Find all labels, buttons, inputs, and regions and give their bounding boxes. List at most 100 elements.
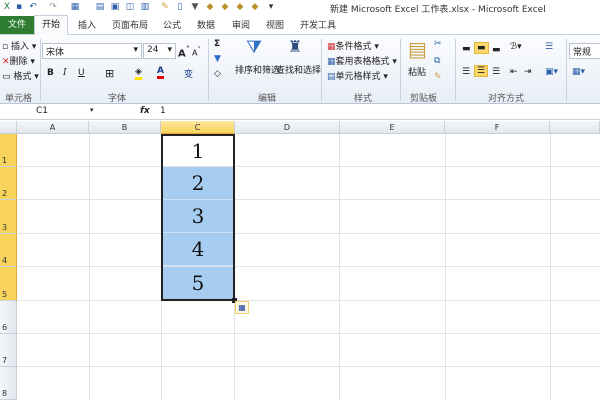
phonetic-icon[interactable]: 变 <box>184 67 193 80</box>
sort-filter-button[interactable]: 排序和筛选 <box>235 63 280 76</box>
shrink-font-icon[interactable]: A˅ <box>192 46 201 58</box>
filter-icon[interactable]: ▼ <box>190 2 200 12</box>
tab-insert[interactable]: 插入 <box>78 18 96 31</box>
column-header-e[interactable]: E <box>340 121 445 134</box>
row-header-8[interactable]: 8 <box>0 367 17 400</box>
gridline <box>17 199 600 200</box>
gridline <box>339 134 340 400</box>
macro2-icon[interactable]: ◆ <box>220 2 230 12</box>
align-top-icon[interactable]: ▬ <box>462 44 471 54</box>
font-color-icon[interactable]: A <box>157 66 164 79</box>
row-header-2[interactable]: 2 <box>0 167 17 200</box>
macro3-icon[interactable]: ◆ <box>235 2 245 12</box>
format-painter-icon[interactable]: ✎ <box>160 2 170 12</box>
alignment-group-label: 对齐方式 <box>488 94 525 104</box>
format-painter-icon[interactable]: ✎ <box>434 72 442 82</box>
font-name-select[interactable]: 宋体 ▾ <box>42 43 142 59</box>
name-box[interactable]: C1 ▾ <box>0 106 100 119</box>
font-name-value: 宋体 <box>46 48 65 58</box>
redo-icon[interactable]: ↷ <box>48 2 58 12</box>
divider <box>455 39 456 101</box>
insert-function-button[interactable]: fx <box>140 106 150 116</box>
print-preview-icon[interactable]: ◫ <box>125 2 135 12</box>
document-icon[interactable]: ▯ <box>175 2 185 12</box>
merge-center-icon[interactable]: ▣▾ <box>545 67 558 77</box>
column-header-b[interactable]: B <box>89 121 161 134</box>
tab-developer[interactable]: 开发工具 <box>300 18 336 31</box>
copy-icon[interactable]: ⧉ <box>434 56 440 66</box>
tab-file[interactable]: 文件 <box>0 16 34 34</box>
align-left-icon[interactable]: ☰ <box>462 67 470 77</box>
paste-button[interactable]: 粘贴 <box>408 65 426 78</box>
align-bottom-icon[interactable]: ▬ <box>492 45 501 55</box>
save-icon[interactable]: ▪ <box>14 2 24 12</box>
fill-color-icon[interactable]: ◈ <box>135 67 142 80</box>
decrease-indent-icon[interactable]: ⇤ <box>510 67 518 77</box>
font-size-select[interactable]: 24 ▾ <box>143 43 176 59</box>
row-header-6[interactable]: 6 <box>0 301 17 334</box>
window-title: 新建 Microsoft Excel 工作表.xlsx - Microsoft … <box>330 5 546 15</box>
row-header-4[interactable]: 4 <box>0 234 17 267</box>
divider <box>400 39 401 101</box>
clear-icon[interactable]: ◇ <box>214 69 221 79</box>
format-as-table-button[interactable]: ▦套用表格格式 ▾ <box>327 54 397 67</box>
underline-button[interactable]: U <box>78 68 85 78</box>
insert-cells-button[interactable]: ▫ 插入 ▾ <box>2 39 36 52</box>
column-header-g[interactable] <box>550 121 600 134</box>
column-header-d[interactable]: D <box>235 121 340 134</box>
row-header-3[interactable]: 3 <box>0 200 17 234</box>
column-header-f[interactable]: F <box>445 121 550 134</box>
increase-indent-icon[interactable]: ⇥ <box>524 67 532 77</box>
tab-home[interactable]: 开始 <box>34 15 68 36</box>
formula-input[interactable]: 1 <box>160 106 166 116</box>
cut-icon[interactable]: ✂ <box>434 39 442 49</box>
fill-icon[interactable]: ▼ <box>214 54 221 64</box>
align-right-icon[interactable]: ☰ <box>492 67 500 77</box>
find-select-button[interactable]: 查找和选择 <box>276 63 321 76</box>
orientation-icon[interactable]: ℬ▾ <box>510 42 522 52</box>
autosum-button[interactable]: Σ <box>214 39 220 49</box>
gridline <box>17 300 600 301</box>
customize-toolbar-icon[interactable]: ▾ <box>266 2 276 12</box>
gridline <box>17 166 600 167</box>
number-format-select[interactable]: 常规 <box>569 43 600 59</box>
gridline <box>89 134 90 400</box>
borders-icon[interactable]: ⊞ <box>105 67 114 80</box>
italic-button[interactable]: I <box>63 68 67 78</box>
cell-styles-button[interactable]: ▤单元格样式 ▾ <box>327 69 388 82</box>
find-select-icon: ♜ <box>288 37 303 56</box>
format-cells-button[interactable]: ▭ 格式 ▾ <box>2 69 39 82</box>
format-label: 格式 <box>13 72 32 82</box>
ribbon-tabs: 插入 页面布局 公式 数据 审阅 视图 开发工具 <box>0 15 600 35</box>
align-middle-icon[interactable]: ▬ <box>474 42 489 54</box>
conditional-format-button[interactable]: ▦条件格式 ▾ <box>327 39 379 52</box>
tab-formulas[interactable]: 公式 <box>163 18 181 31</box>
column-header-a[interactable]: A <box>17 121 89 134</box>
wrap-text-icon[interactable]: ☰ <box>545 42 553 52</box>
accounting-format-icon[interactable]: ▦▾ <box>572 67 585 77</box>
table-icon[interactable]: ▥ <box>140 2 150 12</box>
align-center-icon[interactable]: ☰ <box>474 65 489 77</box>
font-group-label: 字体 <box>108 94 127 104</box>
tab-view[interactable]: 视图 <box>266 18 284 31</box>
macro-icon[interactable]: ◆ <box>205 2 215 12</box>
select-all-button[interactable] <box>0 121 17 134</box>
delete-cells-button[interactable]: ✕删除 ▾ <box>2 54 35 67</box>
bold-button[interactable]: B <box>47 68 54 78</box>
worksheet-grid[interactable]: A B C D E F 1 2 3 4 5 6 7 8 <box>0 121 600 400</box>
tab-data[interactable]: 数据 <box>197 18 215 31</box>
macro4-icon[interactable]: ◆ <box>250 2 260 12</box>
column-header-c[interactable]: C <box>161 121 235 134</box>
row-header-1[interactable]: 1 <box>0 134 17 167</box>
auto-fill-options-icon[interactable]: ▦ <box>235 301 249 314</box>
print-icon[interactable]: ▦ <box>70 2 80 12</box>
grow-font-icon[interactable]: A˄ <box>178 44 190 59</box>
row-header-7[interactable]: 7 <box>0 334 17 367</box>
tab-review[interactable]: 审阅 <box>232 18 250 31</box>
row-header-5[interactable]: 5 <box>0 267 17 301</box>
preview-icon[interactable]: ▣ <box>110 2 120 12</box>
undo-icon[interactable]: ↶ <box>28 2 38 12</box>
tab-page-layout[interactable]: 页面布局 <box>112 18 148 31</box>
quick-access-icon[interactable]: ▤ <box>95 2 105 12</box>
gridline <box>17 333 600 334</box>
